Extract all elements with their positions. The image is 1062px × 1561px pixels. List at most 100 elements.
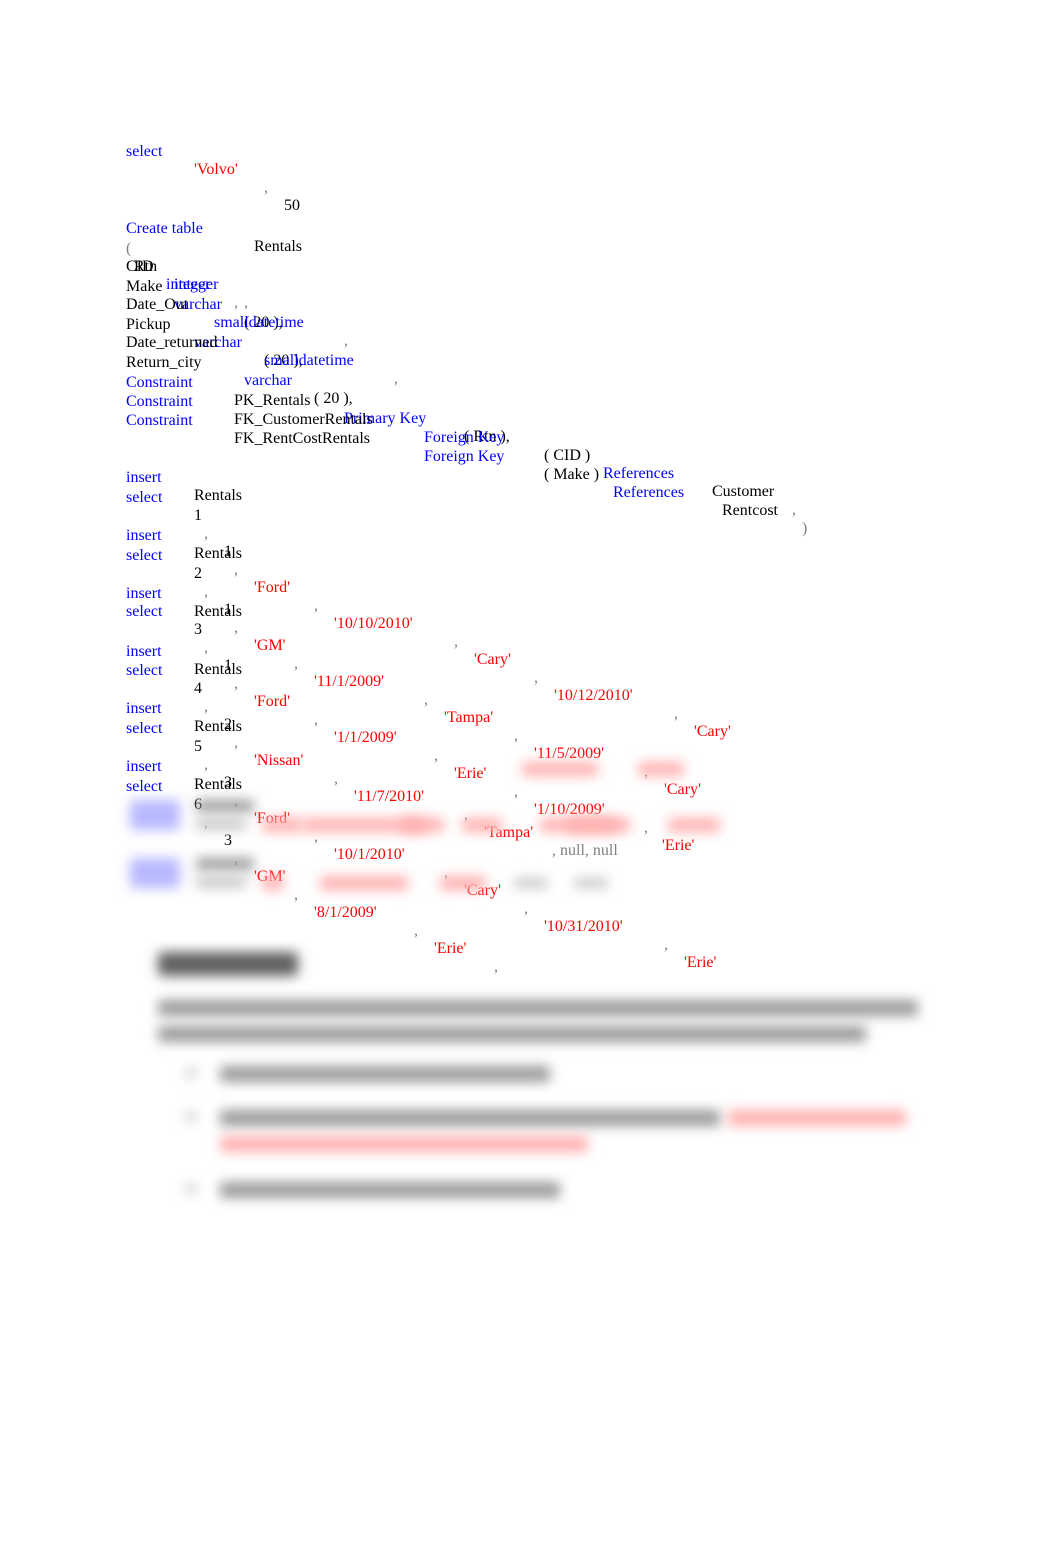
keyword-select: select bbox=[126, 662, 163, 679]
constraint-name: PK_Rentals bbox=[234, 392, 311, 409]
table-name: Rentals bbox=[194, 661, 242, 678]
blurred-value bbox=[320, 876, 408, 890]
table-name: Rentals bbox=[254, 238, 302, 255]
column-type: smalldatetime bbox=[214, 314, 304, 331]
bullet-icon bbox=[186, 1068, 196, 1078]
constraint-column: ( CID ) bbox=[544, 447, 591, 464]
blurred-list-item-highlight bbox=[728, 1110, 906, 1126]
value-pickup: 'Tampa' bbox=[444, 709, 494, 726]
table-name: Rentals bbox=[194, 487, 242, 504]
value-cid: 3 bbox=[224, 832, 232, 849]
value-rtn: 1 bbox=[194, 507, 202, 524]
value-make: 'Nissan' bbox=[254, 752, 304, 769]
value-pickup: 'Cary' bbox=[474, 651, 511, 668]
blurred-value bbox=[668, 818, 720, 832]
value-date-returned: '11/5/2009' bbox=[534, 745, 605, 762]
comma: , bbox=[644, 819, 648, 836]
value-date-returned: '10/31/2010' bbox=[544, 918, 623, 935]
string-literal: 'Volvo' bbox=[194, 161, 238, 178]
blurred-list-item bbox=[220, 1066, 550, 1082]
blurred-list-item bbox=[220, 1110, 720, 1126]
table-name: Rentals bbox=[194, 603, 242, 620]
keyword-constraint: Constraint bbox=[126, 412, 193, 429]
comma: , bbox=[524, 900, 528, 917]
null-values: , null, null bbox=[552, 842, 618, 859]
comma: , bbox=[234, 294, 238, 311]
value-pickup: 'Erie' bbox=[454, 765, 487, 782]
value-return-city: 'Cary' bbox=[664, 781, 701, 798]
comma: , bbox=[234, 734, 238, 751]
blurred-value bbox=[574, 878, 608, 888]
value-date-returned: '1/10/2009' bbox=[534, 801, 605, 818]
comma: , bbox=[514, 727, 518, 744]
value-date-out: '11/7/2010' bbox=[354, 788, 425, 805]
blurred-text bbox=[196, 800, 254, 812]
value-pickup: 'Erie' bbox=[434, 940, 467, 957]
value-return-city: 'Cary' bbox=[694, 723, 731, 740]
comma: , bbox=[204, 525, 208, 542]
number-literal: 50 bbox=[284, 197, 300, 214]
blurred-value bbox=[262, 876, 284, 890]
table-name: Rentals bbox=[194, 545, 242, 562]
comma: , bbox=[394, 370, 398, 387]
comma: , bbox=[792, 501, 796, 518]
keyword-select: select bbox=[126, 720, 163, 737]
blurred-value bbox=[462, 818, 502, 832]
keyword-select: select bbox=[126, 547, 163, 564]
blurred-list-item-highlight bbox=[220, 1136, 588, 1152]
value-rtn: 2 bbox=[194, 565, 202, 582]
comma: , bbox=[294, 886, 298, 903]
comma: , bbox=[434, 747, 438, 764]
value-date-out: '10/10/2010' bbox=[334, 615, 413, 632]
column-type: varchar bbox=[244, 372, 292, 389]
keyword-references: References bbox=[613, 484, 685, 501]
value-return-city: 'Erie' bbox=[662, 837, 695, 854]
keyword-select: select bbox=[126, 489, 163, 506]
blurred-paragraph-line bbox=[158, 1000, 918, 1016]
blurred-value bbox=[514, 878, 548, 888]
bullet-icon bbox=[186, 1112, 196, 1122]
blurred-value bbox=[440, 876, 486, 890]
constraint-column: ( Make ) bbox=[544, 466, 600, 483]
constraint-name: FK_RentCostRentals bbox=[234, 430, 371, 447]
column-type: smalldatetime bbox=[264, 352, 354, 369]
keyword-select: select bbox=[126, 143, 163, 160]
comma: , bbox=[314, 597, 318, 614]
comma: , bbox=[534, 669, 538, 686]
value-make: 'Ford' bbox=[254, 693, 290, 710]
value-date-out: '11/1/2009' bbox=[314, 673, 385, 690]
comma: , bbox=[204, 756, 208, 773]
blurred-value bbox=[568, 818, 616, 832]
blurred-text bbox=[196, 818, 246, 830]
close-paren: ) bbox=[802, 520, 808, 537]
blurred-value bbox=[262, 818, 302, 832]
value-rtn: 4 bbox=[194, 680, 202, 697]
value-date-returned: '10/12/2010' bbox=[554, 687, 633, 704]
comma: , bbox=[204, 639, 208, 656]
comma: , bbox=[424, 691, 428, 708]
comma: , bbox=[674, 705, 678, 722]
value-date-out: '1/1/2009' bbox=[334, 729, 397, 746]
value-rtn: 5 bbox=[194, 738, 202, 755]
blurred-heading bbox=[158, 952, 298, 976]
value-date-out: '10/1/2010' bbox=[334, 846, 405, 863]
keyword-references: References bbox=[603, 465, 675, 482]
comma: , bbox=[494, 958, 498, 975]
comma: , bbox=[334, 770, 338, 787]
comma: , bbox=[234, 619, 238, 636]
comma: , bbox=[314, 711, 318, 728]
table-name: Rentals bbox=[194, 718, 242, 735]
blurred-text bbox=[196, 876, 246, 888]
comma: , bbox=[514, 783, 518, 800]
comma: , bbox=[244, 294, 248, 311]
blurred-keyword bbox=[130, 858, 180, 888]
comma: , bbox=[454, 633, 458, 650]
constraint-name: FK_CustomerRentals bbox=[234, 411, 373, 428]
keyword-select: select bbox=[126, 603, 163, 620]
blurred-text bbox=[196, 858, 254, 870]
blurred-value bbox=[522, 762, 598, 776]
comma: , bbox=[234, 561, 238, 578]
comma: , bbox=[664, 936, 668, 953]
comma: , bbox=[204, 583, 208, 600]
keyword-key: Foreign Key bbox=[424, 429, 505, 446]
